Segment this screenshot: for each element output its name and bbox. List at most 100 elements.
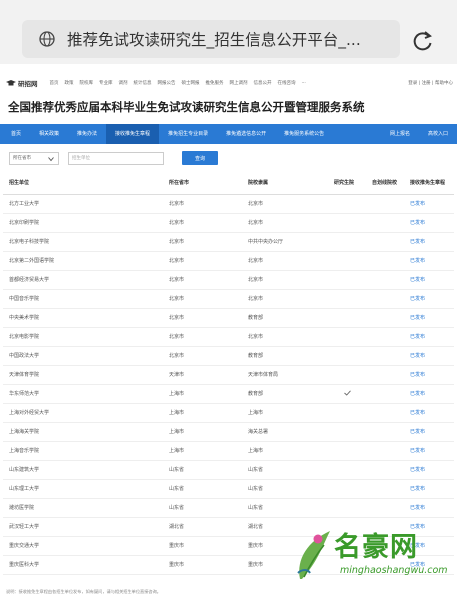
- cell-status-link[interactable]: 已发布: [404, 498, 454, 518]
- cell-unit[interactable]: 山东建筑大学: [3, 460, 163, 480]
- watermark-name: 名豪网: [334, 532, 418, 563]
- cell-status-link[interactable]: 已发布: [404, 213, 454, 233]
- nav-admission-rules[interactable]: 接收推免生章程: [106, 124, 160, 144]
- top-link-school-db[interactable]: 院校库: [80, 80, 94, 86]
- cell-unit[interactable]: 北京电影学院: [3, 327, 163, 347]
- cell-status-link[interactable]: 已发布: [404, 327, 454, 347]
- login-links[interactable]: 登录 | 注册 | 帮助中心: [408, 80, 453, 86]
- nav-home[interactable]: 首页: [2, 124, 30, 144]
- top-link-signup[interactable]: 硕士网报: [182, 80, 200, 86]
- cell-status-link[interactable]: 已发布: [404, 251, 454, 271]
- cell-status-link[interactable]: 已发布: [404, 384, 454, 404]
- url-title: 推荐免试攻读研究生_招生信息公开平台_...: [67, 31, 361, 49]
- table-row: 北京电影学院 北京市 北京市 已发布: [3, 327, 454, 347]
- province-select[interactable]: 所在省市: [9, 151, 59, 165]
- nav-selection-info[interactable]: 推免遴选信息公开: [217, 124, 275, 144]
- top-link-notice[interactable]: 网报公告: [158, 80, 176, 86]
- top-link-major-db[interactable]: 专业库: [99, 80, 113, 86]
- cell-unit[interactable]: 中央美术学院: [3, 308, 163, 328]
- cell-affiliation: 上海市: [242, 441, 328, 461]
- filter-bar: 所在省市 招生单位 查询: [0, 144, 457, 172]
- page-title: 全国推荐优秀应届本科毕业生免试攻读研究生信息公开暨管理服务系统: [8, 100, 365, 114]
- top-link-more[interactable]: ···: [302, 81, 306, 86]
- cell-status-link[interactable]: 已发布: [404, 460, 454, 480]
- table-row: 北京第二外国语学院 北京市 北京市 已发布: [3, 251, 454, 271]
- top-link-online-adjust[interactable]: 网上调剂: [230, 80, 248, 86]
- cell-affiliation: 上海市: [242, 403, 328, 423]
- cell-unit[interactable]: 首都经济贸易大学: [3, 270, 163, 290]
- cell-unit[interactable]: 北京电子科技学院: [3, 232, 163, 252]
- cell-status-link[interactable]: 已发布: [404, 308, 454, 328]
- cell-province: 重庆市: [163, 536, 242, 556]
- cell-status-link[interactable]: 已发布: [404, 441, 454, 461]
- site-logo[interactable]: 研招网: [6, 78, 38, 88]
- reload-icon[interactable]: [412, 30, 434, 52]
- query-button[interactable]: 查询: [182, 151, 218, 165]
- top-link-home[interactable]: 首页: [50, 80, 59, 86]
- cell-status-link[interactable]: 已发布: [404, 403, 454, 423]
- cell-affiliation: 中共中央办公厅: [242, 232, 328, 252]
- cell-self-line: [366, 308, 404, 328]
- col-self-line: 自划线院校: [366, 172, 404, 195]
- cell-self-line: [366, 213, 404, 233]
- table-row: 潍坊医学院 山东省 山东省 已发布: [3, 498, 454, 518]
- cell-grad-school: [328, 403, 366, 423]
- cell-status-link[interactable]: 已发布: [404, 346, 454, 366]
- cell-status-link[interactable]: 已发布: [404, 289, 454, 309]
- cell-unit[interactable]: 上海海关学院: [3, 422, 163, 442]
- cell-unit[interactable]: 北京印刷学院: [3, 213, 163, 233]
- nav-register[interactable]: 网上报名: [381, 124, 419, 144]
- cell-unit[interactable]: 天津体育学院: [3, 365, 163, 385]
- cell-status-link[interactable]: 已发布: [404, 194, 454, 214]
- cell-affiliation: 北京市: [242, 289, 328, 309]
- cell-status-link[interactable]: 已发布: [404, 422, 454, 442]
- cell-affiliation: 北京市: [242, 213, 328, 233]
- cell-province: 重庆市: [163, 555, 242, 575]
- cell-status-link[interactable]: 已发布: [404, 365, 454, 385]
- cell-province: 山东省: [163, 460, 242, 480]
- cell-status-link[interactable]: 已发布: [404, 232, 454, 252]
- graduation-cap-icon: [6, 80, 16, 86]
- cell-province: 北京市: [163, 289, 242, 309]
- status-bar: [0, 0, 457, 12]
- cell-unit[interactable]: 中国音乐学院: [3, 289, 163, 309]
- cell-unit[interactable]: 北方工业大学: [3, 194, 163, 214]
- leaf-logo-icon: [297, 531, 330, 579]
- top-link-info[interactable]: 信息公开: [254, 80, 272, 86]
- table-row: 天津体育学院 天津市 天津市体育局 已发布: [3, 365, 454, 385]
- nav-system-notice[interactable]: 推免服务系统公告: [275, 124, 333, 144]
- cell-unit[interactable]: 中国政法大学: [3, 346, 163, 366]
- nav-methods[interactable]: 推免办法: [68, 124, 106, 144]
- cell-status-link[interactable]: 已发布: [404, 270, 454, 290]
- top-link-adjust[interactable]: 调剂: [119, 80, 128, 86]
- cell-affiliation: 北京市: [242, 194, 328, 214]
- cell-unit[interactable]: 重庆医科大学: [3, 555, 163, 575]
- table-row: 首都经济贸易大学 北京市 北京市 已发布: [3, 270, 454, 290]
- cell-unit[interactable]: 山东理工大学: [3, 479, 163, 499]
- top-link-policy[interactable]: 政策: [65, 80, 74, 86]
- cell-status-link[interactable]: 已发布: [404, 479, 454, 499]
- cell-unit[interactable]: 武汉轻工大学: [3, 517, 163, 537]
- cell-unit[interactable]: 华东师范大学: [3, 384, 163, 404]
- table-row: 山东建筑大学 山东省 山东省 已发布: [3, 460, 454, 480]
- nav-policy[interactable]: 相关政策: [30, 124, 68, 144]
- unit-search-input[interactable]: 招生单位: [68, 151, 164, 165]
- cell-unit[interactable]: 上海音乐学院: [3, 441, 163, 461]
- nav-major-catalog[interactable]: 推免招生专业目录: [159, 124, 217, 144]
- url-bar[interactable]: 推荐免试攻读研究生_招生信息公开平台_...: [22, 20, 400, 58]
- cell-grad-school: [328, 422, 366, 442]
- cell-self-line: [366, 327, 404, 347]
- top-link-consult[interactable]: 在线咨询: [278, 80, 296, 86]
- cell-province: 北京市: [163, 327, 242, 347]
- cell-unit[interactable]: 北京第二外国语学院: [3, 251, 163, 271]
- top-link-stats[interactable]: 统计信息: [134, 80, 152, 86]
- cell-unit[interactable]: 上海对外经贸大学: [3, 403, 163, 423]
- cell-unit[interactable]: 潍坊医学院: [3, 498, 163, 518]
- top-link-recommend[interactable]: 推免服务: [206, 80, 224, 86]
- cell-self-line: [366, 498, 404, 518]
- nav-school-entry[interactable]: 高校入口: [419, 124, 457, 144]
- main-nav: 首页 相关政策 推免办法 接收推免生章程 推免招生专业目录 推免遴选信息公开 推…: [0, 124, 457, 144]
- cell-unit[interactable]: 重庆交通大学: [3, 536, 163, 556]
- table-row: 北京电子科技学院 北京市 中共中央办公厅 已发布: [3, 232, 454, 252]
- cell-grad-school: [328, 194, 366, 214]
